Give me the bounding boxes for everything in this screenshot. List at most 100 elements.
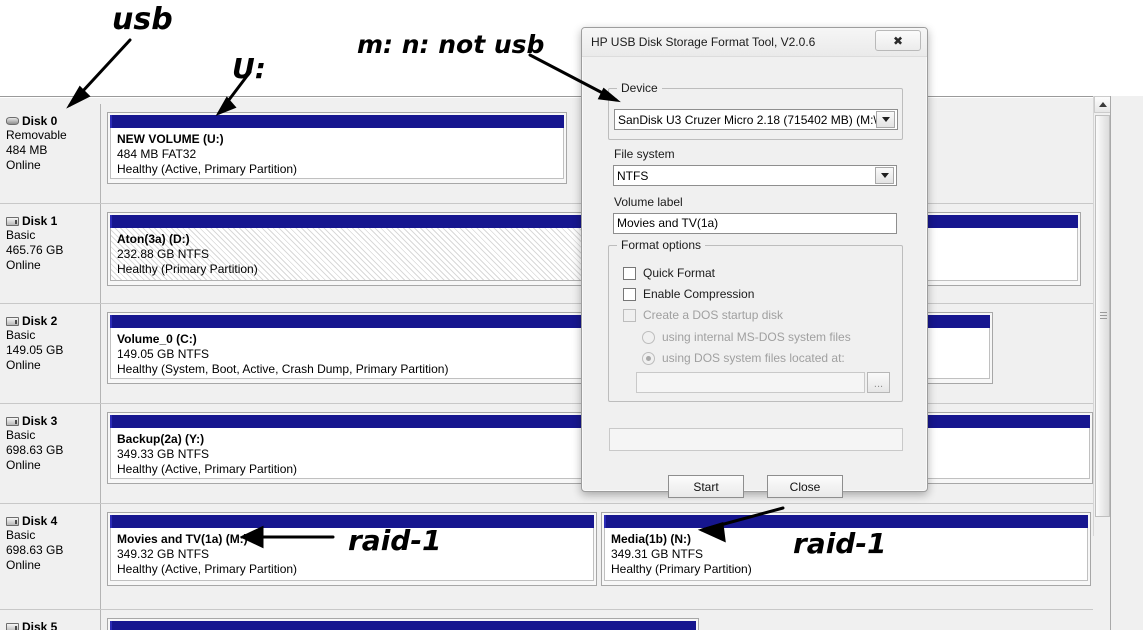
radio-button-icon — [642, 330, 655, 344]
disk-header[interactable]: Disk 4 Basic 698.63 GB Online — [0, 504, 101, 609]
volume-name: NEW VOLUME (U:) — [117, 132, 224, 146]
disk-row[interactable]: Disk 1 Basic 465.76 GB Online Aton(3a) (D:) 2… — [0, 204, 1093, 304]
volume-name: Volume_0 (C:) — [117, 332, 197, 346]
volume-name: Backup(2a) (Y:) — [117, 432, 205, 446]
volume-status: Healthy (Primary Partition) — [611, 562, 752, 576]
disk-row[interactable]: Disk 3 Basic 698.63 GB Online Backup(2a) (Y:… — [0, 404, 1093, 504]
checkbox-icon[interactable] — [623, 266, 636, 280]
file-system-label: File system — [614, 147, 675, 161]
disk-management-graphical-view[interactable]: Disk 0 Removable 484 MB Online NEW VOLUME (U… — [0, 97, 1143, 630]
disk-row[interactable]: Disk 2 Basic 149.05 GB Online Volume_0 (C:) 1… — [0, 304, 1093, 404]
disk-type: Basic — [6, 428, 36, 442]
disk-row[interactable]: Disk 0 Removable 484 MB Online NEW VOLUME (U… — [0, 104, 1093, 204]
volume-area: Movies and TV(1a) (M:) 349.32 GB NTFS Heal… — [101, 504, 1093, 609]
hard-disk-icon — [6, 216, 19, 226]
scroll-up-arrow-icon[interactable] — [1094, 96, 1111, 113]
disk-title-row: Disk 3 — [6, 414, 100, 428]
close-icon[interactable]: ✖ — [875, 30, 921, 51]
disk-title: Disk 3 — [22, 414, 58, 428]
disk-title: Disk 1 — [22, 214, 58, 228]
create-dos-startup-label: Create a DOS startup disk — [643, 308, 784, 322]
chevron-down-icon[interactable] — [876, 111, 895, 128]
file-system-combobox[interactable]: NTFS — [613, 165, 897, 186]
disk-header[interactable]: Disk 1 Basic 465.76 GB Online — [0, 204, 101, 303]
disk-row[interactable]: Disk 5 — [0, 610, 1093, 630]
disk-management-panel: Disk 0 Removable 484 MB Online NEW VOLUME (U… — [0, 96, 1143, 630]
handwritten-annotation: m: n: not usb — [357, 30, 545, 59]
format-options-legend: Format options — [617, 238, 706, 252]
handwritten-annotation: U: — [232, 52, 266, 85]
disk-header[interactable]: Disk 2 Basic 149.05 GB Online — [0, 304, 101, 403]
disk-type: Basic — [6, 328, 36, 342]
disk-title: Disk 0 — [22, 114, 58, 128]
radio-dos-files-located-label: using DOS system files located at: — [662, 351, 845, 365]
volume-label-input[interactable]: Movies and TV(1a) — [613, 213, 897, 234]
quick-format-checkbox-row[interactable]: Quick Format — [623, 266, 715, 280]
enable-compression-checkbox-row[interactable]: Enable Compression — [623, 287, 754, 301]
disk-title-row: Disk 0 — [6, 114, 100, 128]
close-button[interactable]: Close — [767, 475, 843, 498]
volume-size: 484 MB FAT32 — [117, 147, 197, 161]
disk-type: Basic — [6, 528, 36, 542]
volume-block[interactable] — [107, 618, 699, 630]
disk-header[interactable]: Disk 0 Removable 484 MB Online — [0, 104, 101, 203]
volume-block[interactable]: NEW VOLUME (U:) 484 MB FAT32 Healthy (Acti… — [107, 112, 567, 184]
dos-files-path-input[interactable] — [636, 372, 865, 393]
dialog-body: Device SanDisk U3 Cruzer Micro 2.18 (715… — [582, 57, 927, 498]
disk-panel-vertical-scrollbar[interactable] — [1093, 96, 1111, 536]
handwritten-annotation: raid-1 — [348, 524, 442, 557]
volume-color-bar — [110, 315, 582, 328]
hp-usb-format-tool-dialog[interactable]: HP USB Disk Storage Format Tool, V2.0.6 … — [581, 27, 928, 498]
disk-capacity: 484 MB — [6, 143, 48, 157]
volume-size: 232.88 GB NTFS — [117, 247, 210, 261]
disk-status: Online — [6, 158, 41, 172]
volume-color-bar — [110, 415, 582, 428]
volume-info: Volume_0 (C:) 149.05 GB NTFS Healthy (Syst… — [110, 328, 582, 379]
volume-block[interactable]: Backup(2a) (Y:) 349.33 GB NTFS Healthy (Ac… — [107, 412, 585, 484]
chevron-down-icon[interactable] — [875, 167, 894, 184]
volume-status: Healthy (System, Boot, Active, Crash Dum… — [117, 362, 449, 376]
create-dos-startup-checkbox-row: Create a DOS startup disk — [623, 308, 783, 322]
volume-color-bar — [110, 215, 588, 228]
disk-header[interactable]: Disk 5 — [0, 610, 101, 630]
disk-header[interactable]: Disk 3 Basic 698.63 GB Online — [0, 404, 101, 503]
volume-status: Healthy (Active, Primary Partition) — [117, 562, 298, 576]
checkbox-icon[interactable] — [623, 287, 636, 301]
disk-capacity: 149.05 GB — [6, 343, 64, 357]
disk-title: Disk 4 — [22, 514, 58, 528]
volume-info: NEW VOLUME (U:) 484 MB FAT32 Healthy (Acti… — [110, 128, 564, 179]
quick-format-label: Quick Format — [643, 266, 716, 280]
disk-status: Online — [6, 358, 41, 372]
volume-color-bar — [110, 621, 696, 630]
disk-capacity: 698.63 GB — [6, 543, 64, 557]
volume-area — [101, 610, 1093, 630]
dialog-title: HP USB Disk Storage Format Tool, V2.0.6 — [591, 35, 816, 49]
volume-info: Backup(2a) (Y:) 349.33 GB NTFS Healthy (Ac… — [110, 428, 582, 479]
hard-disk-icon — [6, 622, 19, 630]
status-progress-field — [609, 428, 903, 451]
radio-internal-msdos-label: using internal MS-DOS system files — [662, 330, 851, 344]
disk-row[interactable]: Disk 4 Basic 698.63 GB Online Movies and TV(… — [0, 504, 1093, 610]
scrollbar-thumb[interactable] — [1095, 115, 1110, 517]
volume-name: Aton(3a) (D:) — [117, 232, 190, 246]
dialog-titlebar[interactable]: HP USB Disk Storage Format Tool, V2.0.6 … — [582, 28, 927, 57]
disk-title-row: Disk 1 — [6, 214, 100, 228]
disk-title-row: Disk 5 — [6, 620, 100, 630]
browse-button[interactable]: ... — [867, 372, 890, 393]
volume-block[interactable]: Aton(3a) (D:) 232.88 GB NTFS Healthy (Prim… — [107, 212, 591, 286]
disk-type: Basic — [6, 228, 36, 242]
disk-capacity: 698.63 GB — [6, 443, 64, 457]
disk-title-row: Disk 4 — [6, 514, 100, 528]
volume-info: Aton(3a) (D:) 232.88 GB NTFS Healthy (Prim… — [110, 228, 588, 281]
hard-disk-icon — [6, 516, 19, 526]
disk-status: Online — [6, 258, 41, 272]
disk-title-row: Disk 2 — [6, 314, 100, 328]
disk-status: Online — [6, 558, 41, 572]
radio-button-icon — [642, 351, 655, 365]
start-button[interactable]: Start — [668, 475, 744, 498]
screenshot-root: Disk 0 Removable 484 MB Online NEW VOLUME (U… — [0, 0, 1143, 630]
file-system-selected-value: NTFS — [617, 168, 649, 183]
volume-block[interactable]: Volume_0 (C:) 149.05 GB NTFS Healthy (Syst… — [107, 312, 585, 384]
device-combobox[interactable]: SanDisk U3 Cruzer Micro 2.18 (715402 MB)… — [614, 109, 898, 130]
disk-title: Disk 5 — [22, 620, 58, 630]
